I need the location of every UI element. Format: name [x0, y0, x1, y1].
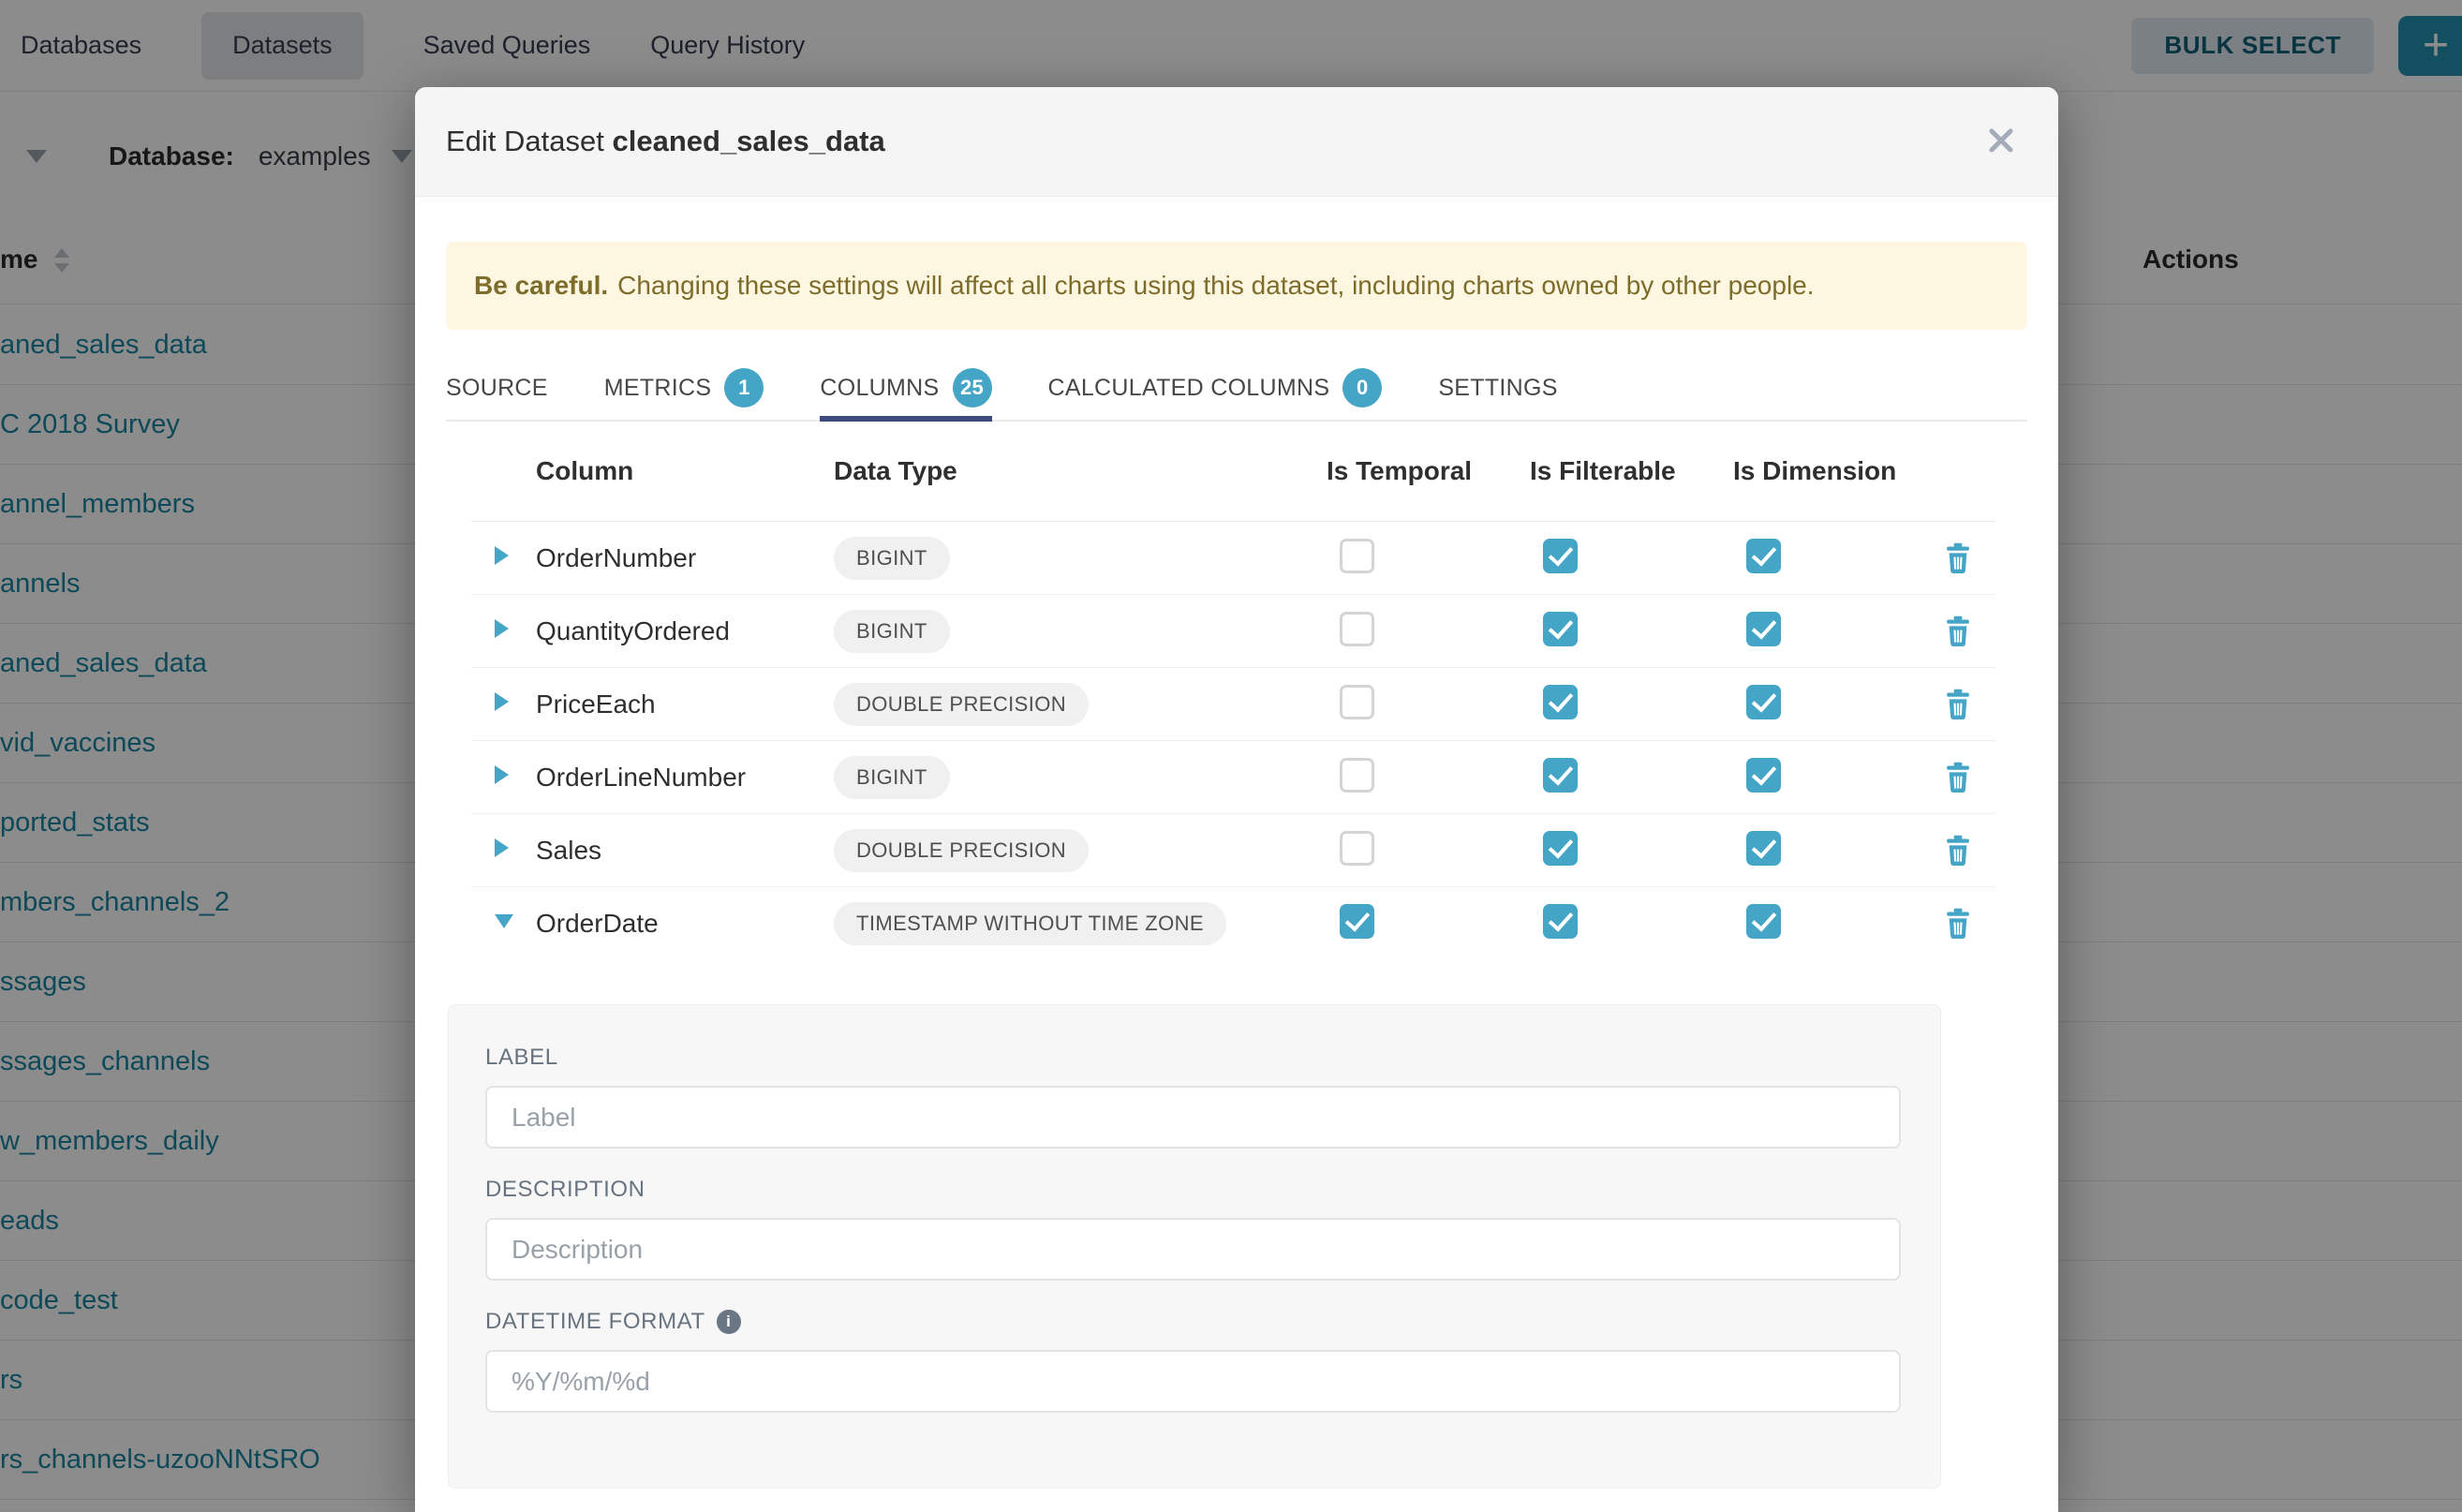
column-row-quantityordered: QuantityOrderedBIGINT: [471, 595, 1995, 668]
expand-caret-icon[interactable]: [495, 838, 509, 857]
delete-column-icon[interactable]: [1944, 835, 1972, 867]
modal-title-prefix: Edit Dataset: [446, 125, 604, 157]
is-temporal-checkbox[interactable]: [1340, 758, 1374, 793]
is-dimension-checkbox[interactable]: [1746, 831, 1781, 866]
tab-source[interactable]: SOURCE: [446, 356, 548, 420]
delete-column-icon[interactable]: [1944, 542, 1972, 574]
delete-column-icon[interactable]: [1944, 615, 1972, 647]
column-row-orderlinenumber: OrderLineNumberBIGINT: [471, 741, 1995, 814]
expand-caret-icon[interactable]: [495, 619, 509, 638]
is-filterable-checkbox[interactable]: [1543, 685, 1578, 719]
tab-label: CALCULATED COLUMNS: [1048, 375, 1330, 402]
column-row-ordernumber: OrderNumberBIGINT: [471, 522, 1995, 595]
is-filterable-checkbox[interactable]: [1543, 539, 1578, 573]
is-dimension-checkbox[interactable]: [1746, 612, 1781, 646]
columns-table-body: OrderNumberBIGINTQuantityOrderedBIGINTPr…: [471, 522, 1995, 960]
column-header: Column: [536, 456, 834, 486]
modal-title: Edit Dataset cleaned_sales_data: [446, 125, 885, 158]
datasets-page: DatabasesDatasetsSaved QueriesQuery Hist…: [0, 0, 2462, 1512]
is-temporal-checkbox[interactable]: [1340, 539, 1374, 573]
is-temporal-checkbox[interactable]: [1340, 831, 1374, 866]
column-name: OrderNumber: [536, 543, 834, 573]
tab-count-badge: 25: [953, 368, 992, 408]
tab-count-badge: 1: [724, 368, 764, 408]
column-name: PriceEach: [536, 689, 834, 719]
edit-dataset-modal: Edit Dataset cleaned_sales_data Be caref…: [415, 87, 2058, 1512]
column-name: QuantityOrdered: [536, 616, 834, 646]
expand-caret-icon[interactable]: [495, 546, 509, 565]
is-filterable-header: Is Filterable: [1530, 456, 1733, 486]
column-row-sales: SalesDOUBLE PRECISION: [471, 814, 1995, 887]
tab-label: SETTINGS: [1438, 375, 1557, 402]
warning-alert: Be careful. Changing these settings will…: [446, 242, 2027, 330]
column-row-orderdate: OrderDateTIMESTAMP WITHOUT TIME ZONE: [471, 887, 1995, 960]
is-temporal-checkbox[interactable]: [1340, 612, 1374, 646]
tab-calculated-columns[interactable]: CALCULATED COLUMNS 0: [1048, 356, 1383, 420]
data-type-pill: BIGINT: [834, 610, 950, 653]
datetime-format-input[interactable]: [485, 1350, 1901, 1413]
label-input[interactable]: [485, 1086, 1901, 1149]
warning-bold-text: Be careful.: [474, 271, 608, 301]
modal-header: Edit Dataset cleaned_sales_data: [415, 87, 2058, 197]
is-filterable-checkbox[interactable]: [1543, 612, 1578, 646]
modal-title-dataset-name: cleaned_sales_data: [613, 125, 885, 157]
data-type-pill: BIGINT: [834, 756, 950, 799]
modal-tab-bar: SOURCE METRICS 1 COLUMNS 25 CALCULATED COLUMN…: [446, 356, 2027, 422]
expand-caret-icon[interactable]: [495, 765, 509, 784]
tab-metrics[interactable]: METRICS 1: [604, 356, 764, 420]
data-type-header: Data Type: [834, 456, 1327, 486]
column-row-priceeach: PriceEachDOUBLE PRECISION: [471, 668, 1995, 741]
tab-count-badge: 0: [1342, 368, 1382, 408]
data-type-pill: TIMESTAMP WITHOUT TIME ZONE: [834, 902, 1226, 945]
is-dimension-checkbox[interactable]: [1746, 904, 1781, 939]
tab-settings[interactable]: SETTINGS: [1438, 356, 1557, 420]
is-temporal-checkbox[interactable]: [1340, 904, 1374, 939]
is-dimension-header: Is Dimension: [1733, 456, 1921, 486]
delete-column-icon[interactable]: [1944, 908, 1972, 940]
description-field-group: DESCRIPTION: [485, 1177, 1940, 1281]
is-temporal-checkbox[interactable]: [1340, 685, 1374, 719]
is-filterable-checkbox[interactable]: [1543, 831, 1578, 866]
is-dimension-checkbox[interactable]: [1746, 758, 1781, 793]
tab-label: SOURCE: [446, 375, 548, 402]
description-field-label: DESCRIPTION: [485, 1177, 1940, 1203]
is-dimension-checkbox[interactable]: [1746, 539, 1781, 573]
modal-body: Be careful. Changing these settings will…: [415, 242, 2058, 1489]
delete-column-icon[interactable]: [1944, 762, 1972, 793]
columns-table: Column Data Type Is Temporal Is Filterab…: [471, 422, 1995, 960]
is-dimension-checkbox[interactable]: [1746, 685, 1781, 719]
data-type-pill: BIGINT: [834, 537, 950, 580]
data-type-pill: DOUBLE PRECISION: [834, 829, 1089, 872]
column-detail-panel: LABEL DESCRIPTION DATETIME FORMAT i: [448, 1004, 1941, 1489]
tab-label: COLUMNS: [820, 375, 939, 402]
label-field-group: LABEL: [485, 1045, 1940, 1149]
columns-table-header: Column Data Type Is Temporal Is Filterab…: [471, 422, 1995, 522]
is-temporal-header: Is Temporal: [1327, 456, 1530, 486]
datetime-format-field-label: DATETIME FORMAT i: [485, 1309, 1940, 1335]
column-name: Sales: [536, 836, 834, 866]
datetime-format-field-group: DATETIME FORMAT i: [485, 1309, 1940, 1413]
data-type-pill: DOUBLE PRECISION: [834, 683, 1089, 726]
tab-columns[interactable]: COLUMNS 25: [820, 356, 991, 420]
tab-label: METRICS: [604, 375, 712, 402]
warning-text: Changing these settings will affect all …: [617, 271, 1814, 301]
label-field-label: LABEL: [485, 1045, 1940, 1071]
close-icon[interactable]: [1985, 125, 2017, 156]
delete-column-icon[interactable]: [1944, 689, 1972, 720]
info-icon[interactable]: i: [717, 1310, 741, 1334]
description-input[interactable]: [485, 1218, 1901, 1281]
column-name: OrderDate: [536, 909, 834, 939]
column-name: OrderLineNumber: [536, 763, 834, 793]
is-filterable-checkbox[interactable]: [1543, 904, 1578, 939]
expand-caret-icon[interactable]: [495, 692, 509, 711]
collapse-caret-icon[interactable]: [495, 914, 513, 928]
is-filterable-checkbox[interactable]: [1543, 758, 1578, 793]
